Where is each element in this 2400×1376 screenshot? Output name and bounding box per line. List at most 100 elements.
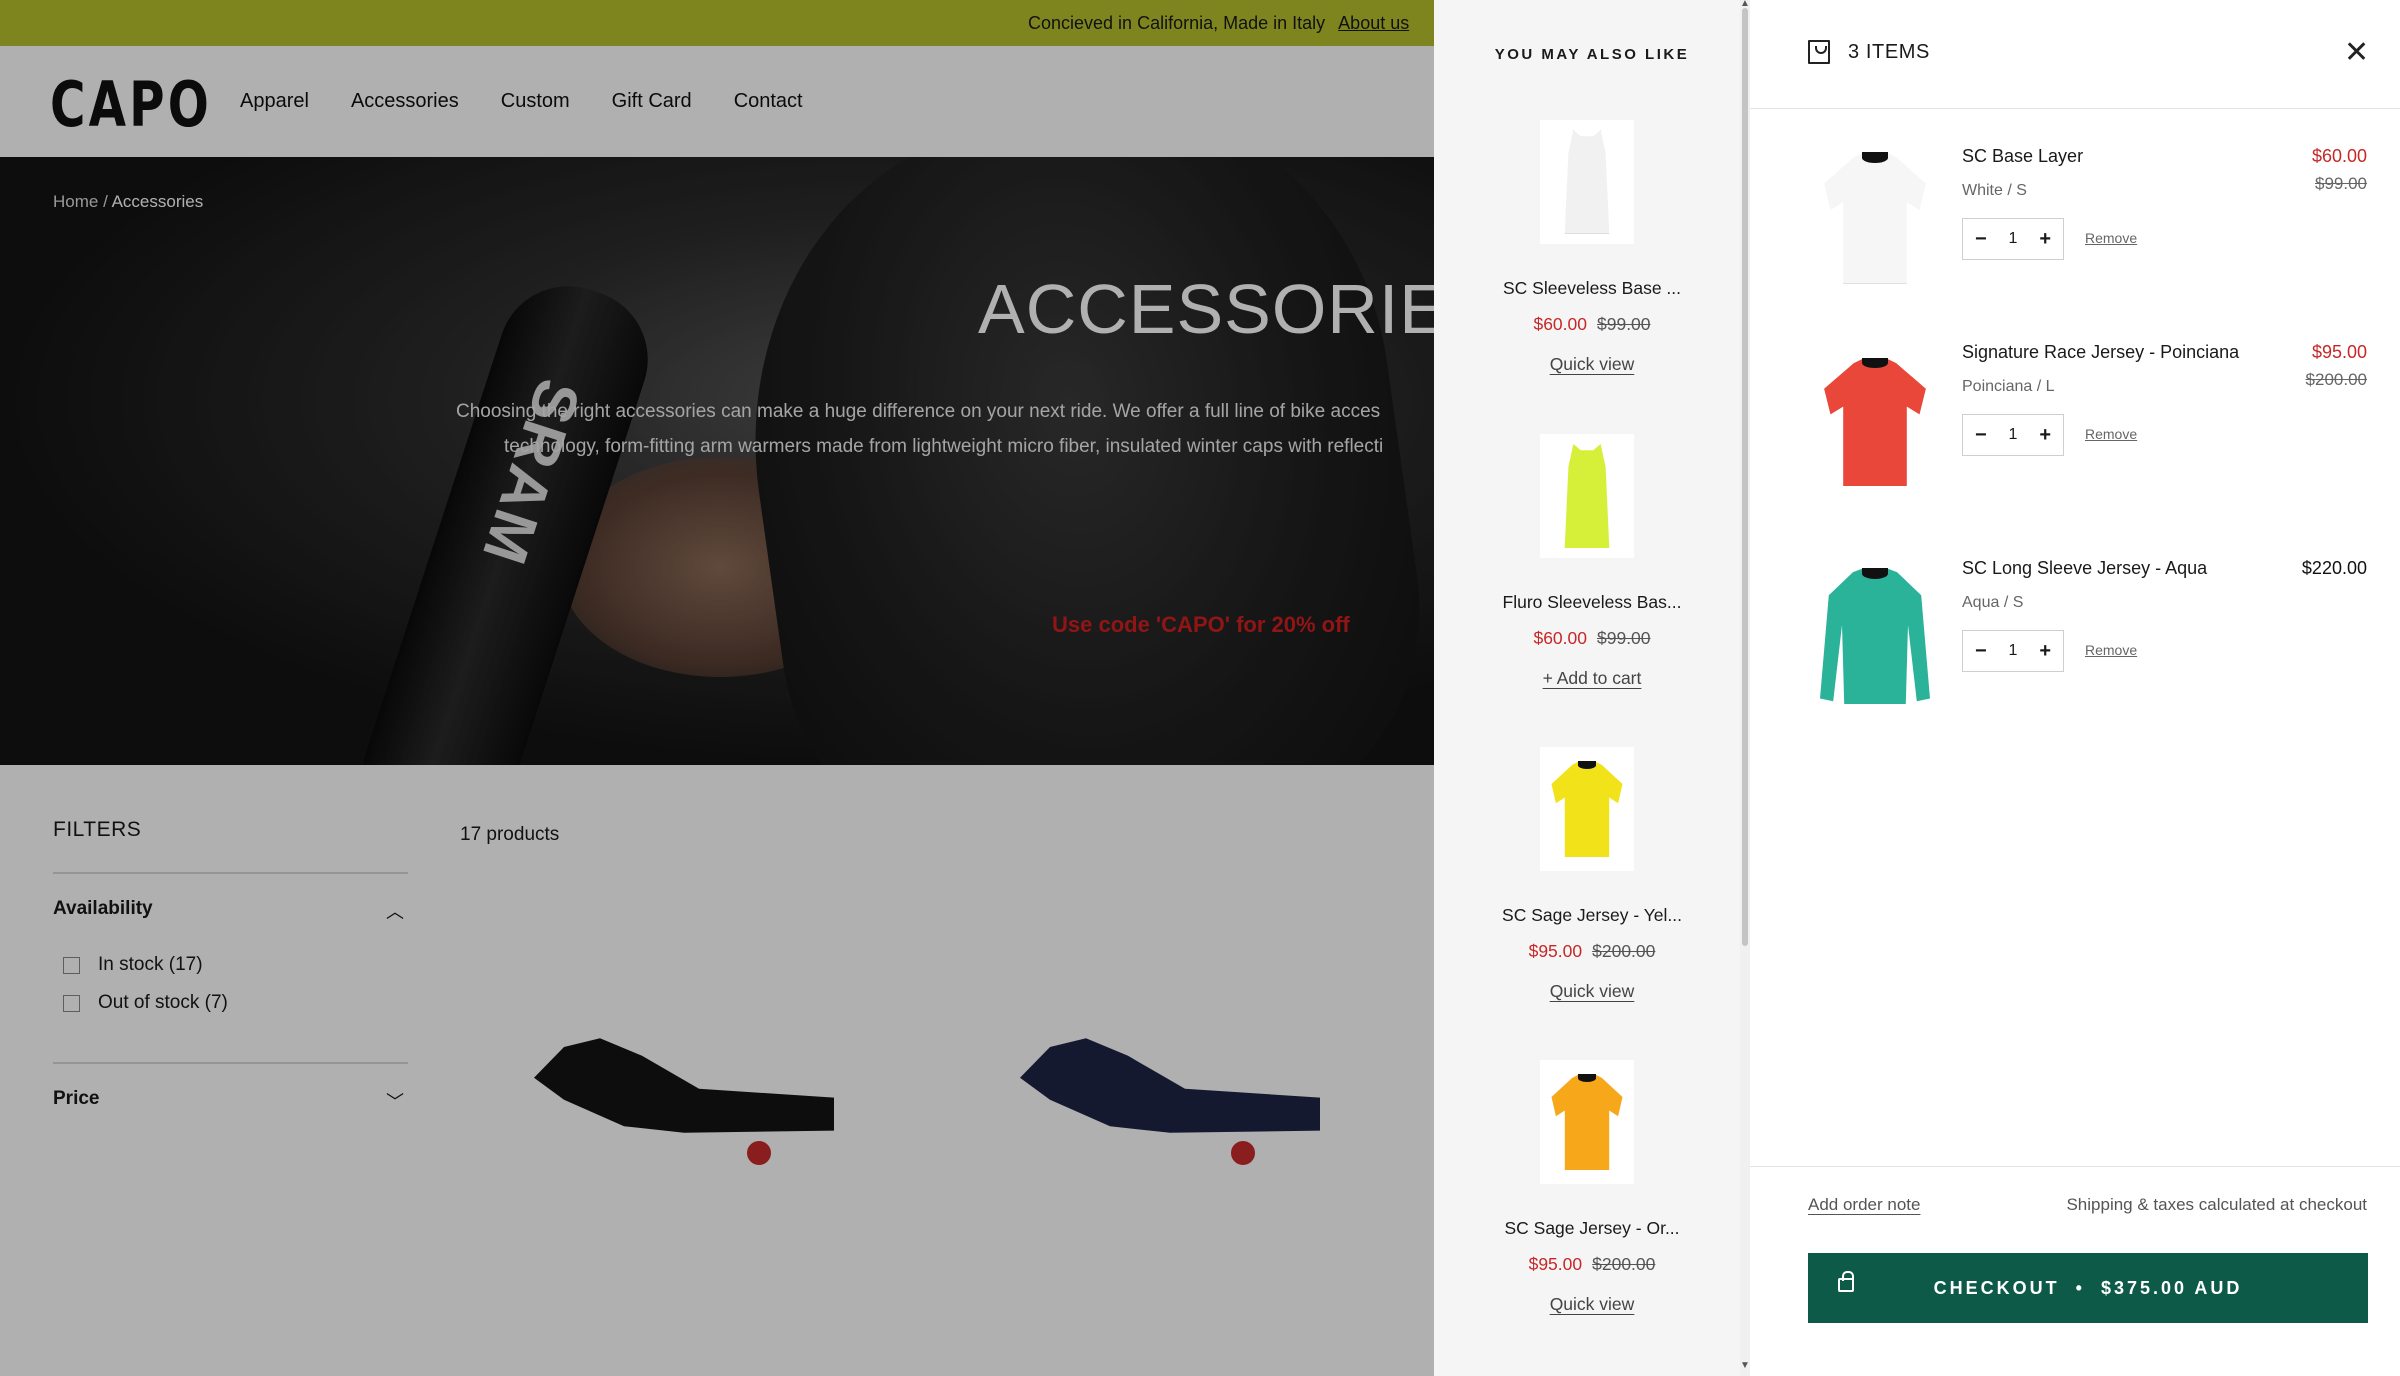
close-icon[interactable]: ✕ — [2344, 38, 2369, 68]
cart-item-price: $220.00 — [2301, 558, 2367, 578]
quick-view-button[interactable]: Quick view — [1434, 981, 1750, 1002]
quick-view-label: Quick view — [1549, 354, 1635, 374]
reco-item: SC Sage Jersey - Or... $95.00 $200.00 Qui… — [1434, 1060, 1750, 1360]
collar — [1578, 1074, 1596, 1082]
increase-quantity-button[interactable]: + — [2039, 641, 2051, 661]
cart-item-variant: Poinciana / L — [1962, 378, 2055, 395]
reco-item: SC Sleeveless Base ... $60.00 $99.00 Quic… — [1434, 120, 1750, 420]
add-to-cart-label: + Add to cart — [1542, 668, 1642, 688]
cart-footer: Add order note Shipping & taxes calculat… — [1750, 1166, 2400, 1376]
checkout-total: $375.00 AUD — [2100, 1277, 2243, 1298]
remove-item-link[interactable]: Remove — [2085, 426, 2137, 442]
cart-line-item: Signature Race Jersey - Poinciana Poinci… — [1750, 338, 2400, 538]
checkout-separator: • — [2075, 1277, 2085, 1298]
reco-thumbnail[interactable] — [1540, 120, 1634, 244]
checkout-button[interactable]: CHECKOUT • $375.00 AUD — [1808, 1253, 2368, 1323]
sale-price: $95.00 — [1528, 1254, 1583, 1274]
increase-quantity-button[interactable]: + — [2039, 229, 2051, 249]
cart-item-price: $60.00 — [2311, 146, 2367, 166]
reco-thumbnail[interactable] — [1540, 747, 1634, 871]
recommendations-scrollbar[interactable]: ▲ ▼ — [1740, 0, 1750, 1376]
cart-item-title[interactable]: SC Long Sleeve Jersey - Aqua — [1962, 558, 2207, 579]
garment — [1824, 152, 1926, 284]
sale-price: $60.00 — [1533, 628, 1587, 648]
long-sleeve-jersey-aqua-image — [1820, 568, 1930, 704]
scrollbar-thumb[interactable] — [1742, 8, 1748, 946]
reco-name[interactable]: SC Sage Jersey - Yel... — [1456, 905, 1728, 926]
quantity-value[interactable]: 1 — [2009, 642, 2018, 660]
cart-drawer: 3 ITEMS ✕ SC Base Layer White / S $60.00… — [1750, 0, 2400, 1376]
scroll-down-arrow-icon[interactable]: ▼ — [1740, 1360, 1750, 1371]
cart-item-title[interactable]: SC Base Layer — [1962, 146, 2083, 167]
sale-price: $60.00 — [1533, 314, 1587, 334]
remove-item-link[interactable]: Remove — [2085, 230, 2137, 246]
reco-thumbnail[interactable] — [1540, 434, 1634, 558]
cart-item-price: $95.00 — [2311, 342, 2367, 362]
garment — [1551, 761, 1623, 857]
quantity-stepper: − 1 + — [1962, 630, 2064, 672]
sale-price: $95.00 — [1528, 941, 1583, 961]
quick-view-button[interactable]: Quick view — [1434, 354, 1750, 375]
shipping-note: Shipping & taxes calculated at checkout — [2066, 1195, 2367, 1214]
reco-thumbnail[interactable] — [1540, 1060, 1634, 1184]
race-jersey-poinciana-image — [1822, 358, 1928, 486]
base-layer-image — [1822, 152, 1928, 284]
cart-item-variant: Aqua / S — [1962, 594, 2024, 611]
sage-jersey-orange-image — [1550, 1074, 1624, 1170]
compare-price: $99.00 — [1597, 628, 1651, 648]
garment — [1820, 568, 1930, 704]
recommendations-panel: YOU MAY ALSO LIKE SC Sleeveless Base ...… — [1434, 0, 1750, 1376]
reco-price: $95.00 $200.00 — [1434, 941, 1750, 962]
quick-view-button[interactable]: Quick view — [1434, 1294, 1750, 1315]
cart-item-image[interactable] — [1808, 338, 1938, 488]
add-order-note-link[interactable]: Add order note — [1808, 1195, 1920, 1215]
reco-price: $60.00 $99.00 — [1434, 314, 1750, 335]
quantity-value[interactable]: 1 — [2009, 426, 2018, 444]
collar — [1862, 152, 1888, 163]
quantity-value[interactable]: 1 — [2009, 230, 2018, 248]
cart-item-compare-price: $99.00 — [2315, 174, 2367, 193]
cart-item-image[interactable] — [1808, 142, 1938, 292]
garment — [1564, 130, 1610, 234]
reco-item: SC Sage Jersey - Yel... $95.00 $200.00 Qu… — [1434, 747, 1750, 1047]
cart-line-item: SC Base Layer White / S $60.00 $99.00 − … — [1750, 142, 2400, 342]
quick-view-label: Quick view — [1549, 1294, 1635, 1314]
increase-quantity-button[interactable]: + — [2039, 425, 2051, 445]
cart-item-compare-price: $200.00 — [2305, 370, 2367, 389]
lock-icon — [1838, 1271, 1854, 1292]
cart-line-item: SC Long Sleeve Jersey - Aqua Aqua / S $2… — [1750, 554, 2400, 754]
quantity-stepper: − 1 + — [1962, 218, 2064, 260]
decrease-quantity-button[interactable]: − — [1975, 425, 1987, 445]
sleeveless-base-image — [1556, 130, 1618, 234]
reco-name[interactable]: Fluro Sleeveless Bas... — [1456, 592, 1728, 613]
reco-name[interactable]: SC Sage Jersey - Or... — [1456, 1218, 1728, 1239]
decrease-quantity-button[interactable]: − — [1975, 229, 1987, 249]
cart-item-count: 3 ITEMS — [1848, 41, 1930, 63]
garment — [1824, 358, 1926, 486]
collar — [1578, 761, 1596, 769]
reco-price: $60.00 $99.00 — [1434, 628, 1750, 649]
reco-name[interactable]: SC Sleeveless Base ... — [1456, 278, 1728, 299]
quick-view-label: Quick view — [1549, 981, 1635, 1001]
cart-item-image[interactable] — [1808, 554, 1938, 704]
compare-price: $99.00 — [1597, 314, 1651, 334]
checkout-label: CHECKOUT — [1933, 1277, 2060, 1298]
collar — [1861, 568, 1889, 579]
fluro-sleeveless-image — [1556, 444, 1618, 548]
cart-item-title[interactable]: Signature Race Jersey - Poinciana — [1962, 342, 2239, 363]
cart-item-variant: White / S — [1962, 182, 2027, 199]
compare-price: $200.00 — [1592, 1254, 1656, 1274]
compare-price: $200.00 — [1592, 941, 1656, 961]
sage-jersey-yellow-image — [1550, 761, 1624, 857]
garment — [1564, 444, 1610, 548]
cart-header: 3 ITEMS ✕ — [1750, 0, 2400, 109]
garment — [1551, 1074, 1623, 1170]
add-to-cart-button[interactable]: + Add to cart — [1434, 668, 1750, 689]
reco-item: Fluro Sleeveless Bas... $60.00 $99.00 + A… — [1434, 434, 1750, 734]
remove-item-link[interactable]: Remove — [2085, 642, 2137, 658]
drawer-backdrop[interactable] — [0, 0, 1434, 1376]
shopping-bag-icon — [1808, 40, 1830, 64]
recommendations-heading: YOU MAY ALSO LIKE — [1494, 46, 1690, 63]
decrease-quantity-button[interactable]: − — [1975, 641, 1987, 661]
quantity-stepper: − 1 + — [1962, 414, 2064, 456]
